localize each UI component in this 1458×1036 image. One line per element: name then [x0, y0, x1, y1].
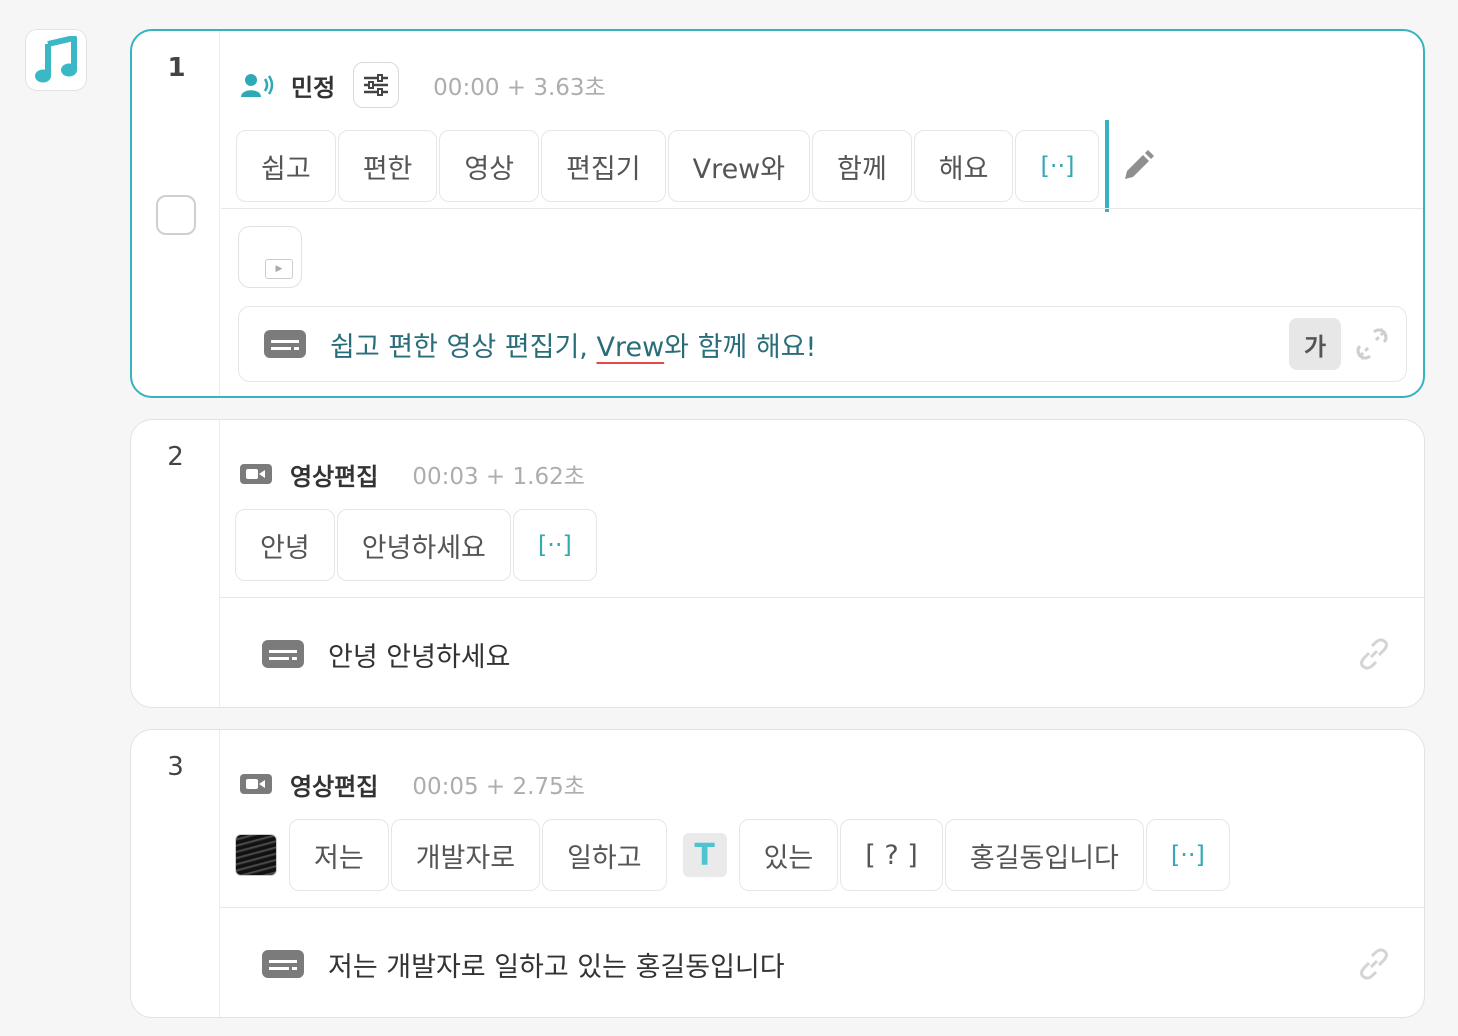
clip-number: 3: [167, 752, 184, 782]
play-icon: ▶: [265, 259, 293, 279]
word-chip[interactable]: 있는: [738, 819, 839, 891]
word-chip[interactable]: 일하고: [542, 819, 667, 891]
word-chip[interactable]: 저는: [289, 819, 389, 891]
silence-chip[interactable]: [··]: [1145, 819, 1230, 891]
caption-input[interactable]: 안녕 안녕하세요: [237, 616, 1408, 692]
speaker-name[interactable]: 영상편집: [290, 457, 378, 492]
word-chip[interactable]: 편집기: [541, 130, 666, 202]
media-slot[interactable]: ▶: [238, 226, 302, 288]
caption-input[interactable]: 저는 개발자로 일하고 있는 홍길동입니다: [237, 926, 1408, 1002]
subtitle-icon: [262, 640, 304, 668]
clip-1[interactable]: 1 민정 00:00 + 3.63초 쉽고 편한 영상 편집기 Vrew와 함께…: [130, 29, 1425, 398]
spellcheck-word[interactable]: Vrew: [596, 332, 664, 363]
clip-index-column: 2: [131, 420, 220, 707]
silence-chip[interactable]: [··]: [512, 509, 597, 581]
word-chip[interactable]: 개발자로: [390, 819, 541, 891]
silence-chip[interactable]: [··]: [1015, 130, 1100, 202]
caption-text[interactable]: 저는 개발자로 일하고 있는 홍길동입니다: [328, 945, 785, 984]
music-note-icon: [35, 36, 77, 83]
text-cursor: [1105, 120, 1110, 212]
music-button[interactable]: [25, 29, 87, 91]
word-chip[interactable]: 해요: [913, 130, 1014, 202]
link-icon[interactable]: [1356, 946, 1392, 982]
video-camera-icon: [240, 459, 276, 489]
link-icon[interactable]: [1356, 636, 1392, 672]
clip-number: 1: [167, 53, 186, 83]
clip-number: 2: [167, 442, 184, 472]
word-chip[interactable]: 홍길동입니다: [944, 819, 1144, 891]
word-chip[interactable]: 편한: [337, 130, 438, 202]
font-style-button[interactable]: 가: [1289, 318, 1341, 370]
caption-text[interactable]: 안녕 안녕하세요: [328, 635, 510, 674]
clip-index-column: 1: [132, 31, 220, 396]
unknown-word-chip[interactable]: [ ? ]: [840, 819, 943, 891]
caption-text[interactable]: 쉽고 편한 영상 편집기, Vrew와 함께 해요!: [330, 325, 816, 364]
word-chip[interactable]: 안녕: [235, 509, 335, 581]
clip-timecode: 00:05 + 2.75초: [412, 774, 585, 800]
speaker-name[interactable]: 영상편집: [290, 767, 378, 802]
word-chip[interactable]: 안녕하세요: [336, 509, 511, 581]
speaker-voice-icon: [241, 70, 277, 100]
speaker-settings-button[interactable]: [353, 62, 400, 108]
clip-select-checkbox[interactable]: [156, 195, 196, 235]
word-chip[interactable]: 쉽고: [236, 130, 336, 202]
image-thumbnail[interactable]: [235, 834, 277, 876]
word-chip[interactable]: 영상: [439, 130, 540, 202]
word-chip[interactable]: Vrew와: [667, 130, 811, 202]
speaker-name[interactable]: 민정: [291, 68, 335, 103]
clip-index-column: 3: [131, 730, 220, 1017]
clip-2[interactable]: 2 영상편집 00:03 + 1.62초 안녕 안녕하세요 [··] 안녕 안녕…: [130, 419, 1425, 708]
text-overlay-icon[interactable]: T: [682, 833, 727, 877]
clip-3[interactable]: 3 영상편집 00:05 + 2.75초 저는 개발자로 일하고 T 있는 [ …: [130, 729, 1425, 1018]
unlink-icon[interactable]: [1354, 326, 1390, 362]
video-camera-icon: [240, 769, 276, 799]
word-chip[interactable]: 함께: [812, 130, 912, 202]
clip-timecode: 00:03 + 1.62초: [412, 464, 585, 490]
pencil-icon[interactable]: [1121, 149, 1155, 183]
subtitle-icon: [262, 950, 304, 978]
clip-timecode: 00:00 + 3.63초: [433, 75, 606, 101]
caption-input[interactable]: 쉽고 편한 영상 편집기, Vrew와 함께 해요! 가: [238, 306, 1407, 382]
subtitle-icon: [264, 330, 306, 358]
sliders-icon: [364, 74, 389, 96]
